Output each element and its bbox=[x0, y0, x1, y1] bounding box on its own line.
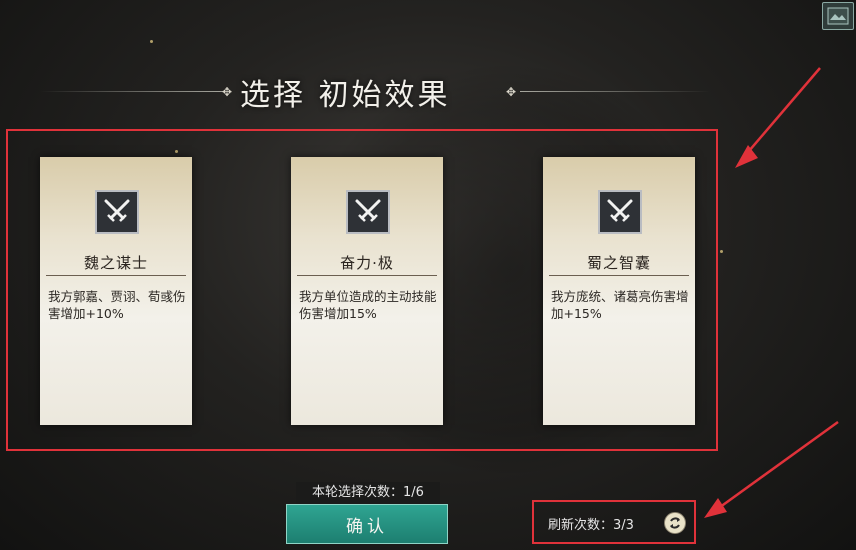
crossed-swords-icon bbox=[598, 190, 642, 234]
selection-count: 本轮选择次数：1/6 bbox=[296, 482, 440, 504]
crossed-swords-icon bbox=[346, 190, 390, 234]
card-description: 我方庞统、诸葛亮伤害增加+15% bbox=[551, 289, 689, 321]
effect-card-3[interactable]: 蜀之智囊 我方庞统、诸葛亮伤害增加+15% bbox=[543, 157, 695, 425]
sparkle bbox=[720, 250, 723, 253]
card-divider bbox=[297, 275, 437, 276]
card-title: 蜀之智囊 bbox=[586, 254, 651, 272]
title-divider-left bbox=[40, 91, 225, 92]
card-description: 我方郭嘉、贾诩、荀彧伤害增加+10% bbox=[48, 289, 186, 321]
sparkle bbox=[150, 40, 153, 43]
effect-card-1[interactable]: 魏之谋士 我方郭嘉、贾诩、荀彧伤害增加+10% bbox=[40, 157, 192, 425]
refresh-count: 刷新次数：3/3 bbox=[548, 518, 634, 533]
card-title: 魏之谋士 bbox=[83, 254, 148, 272]
card-description: 我方单位造成的主动技能伤害增加15% bbox=[299, 289, 437, 321]
ornament-icon: ✥ bbox=[222, 85, 233, 99]
page-title: 选择 初始效果 bbox=[240, 78, 451, 113]
map-icon bbox=[827, 7, 849, 25]
refresh-icon bbox=[670, 517, 680, 529]
map-button[interactable] bbox=[822, 2, 854, 30]
arrow-head-cards bbox=[735, 145, 758, 168]
arrow-to-refresh bbox=[715, 420, 839, 512]
ornament-icon: ✥ bbox=[506, 85, 517, 99]
crossed-swords-icon bbox=[95, 190, 139, 234]
effect-card-2[interactable]: 奋力·极 我方单位造成的主动技能伤害增加15% bbox=[291, 157, 443, 425]
card-title: 奋力·极 bbox=[340, 254, 394, 272]
refresh-button[interactable] bbox=[664, 512, 686, 534]
title-divider-right bbox=[520, 91, 710, 92]
card-divider bbox=[549, 275, 689, 276]
confirm-button[interactable]: 确认 bbox=[286, 504, 448, 544]
title-bar: ✥ 选择 初始效果 ✥ bbox=[0, 70, 856, 113]
arrow-head-refresh bbox=[704, 498, 727, 518]
card-divider bbox=[46, 275, 186, 276]
